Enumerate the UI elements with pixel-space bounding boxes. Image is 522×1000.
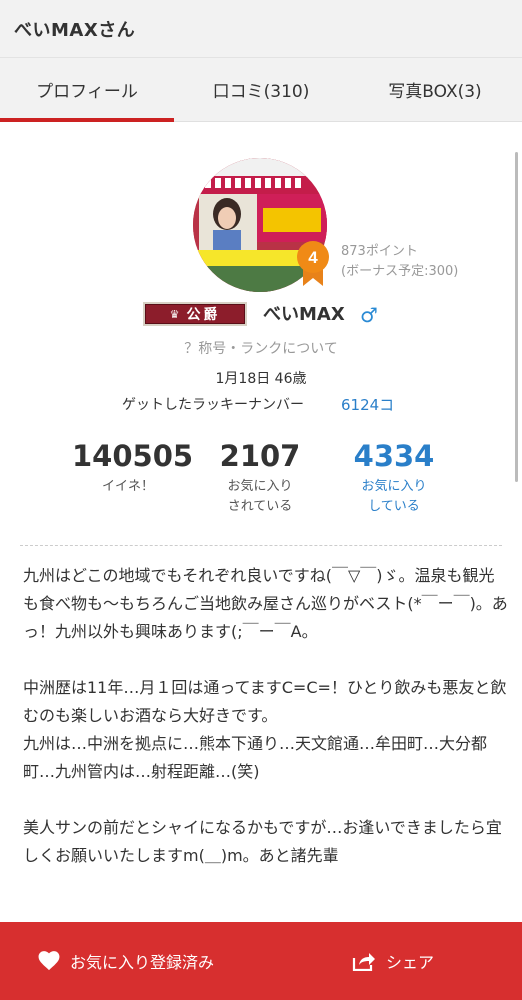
tab-bar: プロフィール 口コミ(310) 写真BOX(3) xyxy=(0,58,522,122)
stat-likes-value: 140505 xyxy=(72,439,194,473)
rank-ribbon-icon: 4 xyxy=(297,241,329,286)
bottom-action-bar: お気に入り登録済み シェア xyxy=(0,922,522,1000)
intro-paragraph-2: 中洲歴は11年…月１回は通ってますC=C=！ひとり飲みも悪友と飲むのも楽しいお酒… xyxy=(23,674,508,786)
lucky-number-label: ゲットしたラッキーナンバー xyxy=(122,397,304,413)
birth-age: 1月18日 46歳 xyxy=(215,371,307,387)
stat-likes-label: イイネ！ xyxy=(101,479,154,494)
stat-favoriting[interactable]: 4334 お気に入り している xyxy=(346,438,442,517)
page-header: べいMAXさん xyxy=(0,0,522,58)
stat-favorited-value: 2107 xyxy=(219,439,301,473)
share-button-label: シェア xyxy=(386,953,435,972)
points-bonus: (ボーナス予定:300) xyxy=(341,264,459,279)
self-introduction: 九州はどこの地域でもそれぞれ良いですね(￣▽￣)ゞ。温泉も観光も食べ物も〜もちろ… xyxy=(23,562,508,898)
male-icon: ♂ xyxy=(360,303,378,327)
lucky-number-link[interactable]: 6124コ xyxy=(341,394,394,415)
favorite-button-label: お気に入り登録済み xyxy=(70,953,215,972)
badge-level: 4 xyxy=(308,248,318,267)
tab-photo-box[interactable]: 写真BOX(3) xyxy=(348,58,522,121)
stat-likes: 140505 イイネ！ xyxy=(72,438,194,497)
stat-favoriting-value[interactable]: 4334 xyxy=(346,438,442,474)
divider xyxy=(20,545,502,546)
intro-paragraph-1: 九州はどこの地域でもそれぞれ良いですね(￣▽￣)ゞ。温泉も観光も食べ物も〜もちろ… xyxy=(23,566,508,641)
stat-favorited-label-1: お気に入り xyxy=(227,479,293,494)
rank-title: 公爵 xyxy=(186,307,221,323)
points-value: 873ポイント xyxy=(341,244,418,259)
favorite-button[interactable]: お気に入り登録済み xyxy=(38,922,214,1000)
stat-favoriting-label-1[interactable]: お気に入り xyxy=(346,477,442,497)
tab-reviews[interactable]: 口コミ(310) xyxy=(174,58,348,121)
profile-section: 4 873ポイント (ボーナス予定:300) ♛ 公爵 べいMAX ♂ ？称号・… xyxy=(0,122,522,536)
stat-favorited-label-2: されている xyxy=(227,499,293,514)
share-icon xyxy=(352,953,375,971)
crown-icon: ♛ xyxy=(169,307,183,321)
rank-info-link[interactable]: ？称号・ランクについて xyxy=(0,338,522,358)
stat-favorited: 2107 お気に入り されている xyxy=(212,438,308,517)
share-button[interactable]: シェア xyxy=(352,922,434,1000)
heart-icon xyxy=(38,951,60,971)
title-row: ♛ 公爵 べいMAX ♂ xyxy=(0,298,522,328)
intro-paragraph-3: 美人サンの前だとシャイになるかもですが…お逢いできましたら宜しくお願いいたします… xyxy=(23,818,502,865)
stat-favoriting-label-2[interactable]: している xyxy=(346,497,442,517)
points-info: 873ポイント (ボーナス予定:300) xyxy=(341,242,458,282)
rank-title-plate: ♛ 公爵 xyxy=(143,302,247,326)
page-title: べいMAXさん xyxy=(14,19,136,41)
username: べいMAX xyxy=(263,304,345,325)
tab-profile[interactable]: プロフィール xyxy=(0,58,174,122)
intro-paragraph-2-line-1: 中洲歴は11年…月１回は通ってますC=C=！ひとり飲みも悪友と飲むのも楽しいお酒… xyxy=(23,678,507,725)
intro-paragraph-2-line-2: 九州は…中洲を拠点に…熊本下通り…天文館通…牟田町…大分都町…九州管内は…射程距… xyxy=(23,734,488,781)
